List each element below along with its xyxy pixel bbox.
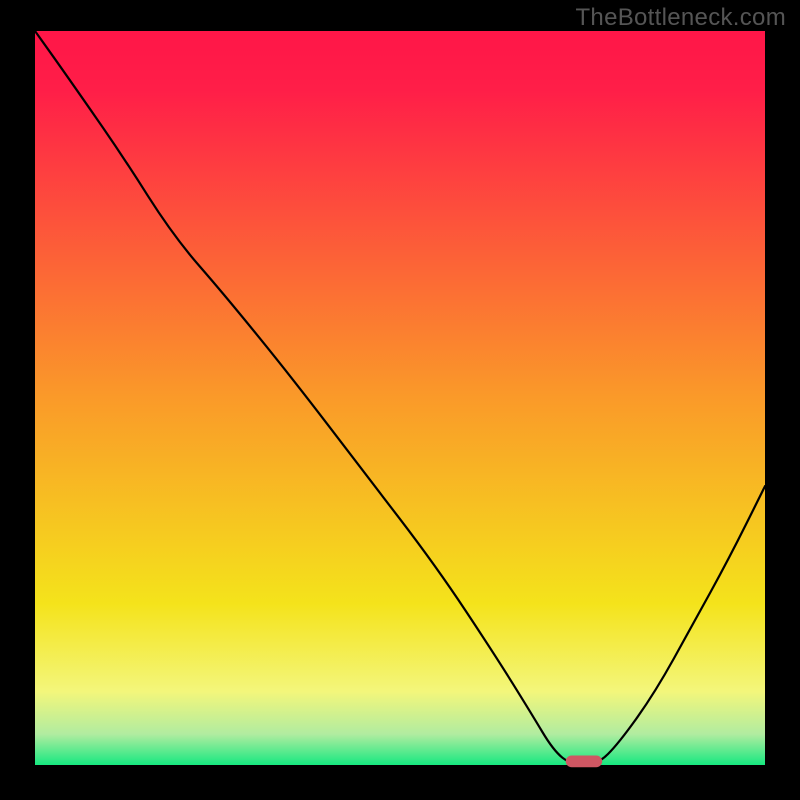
- optimal-marker: [566, 756, 603, 768]
- plot-background: [35, 31, 765, 765]
- chart-frame: TheBottleneck.com: [0, 0, 800, 800]
- chart-canvas: [0, 0, 800, 800]
